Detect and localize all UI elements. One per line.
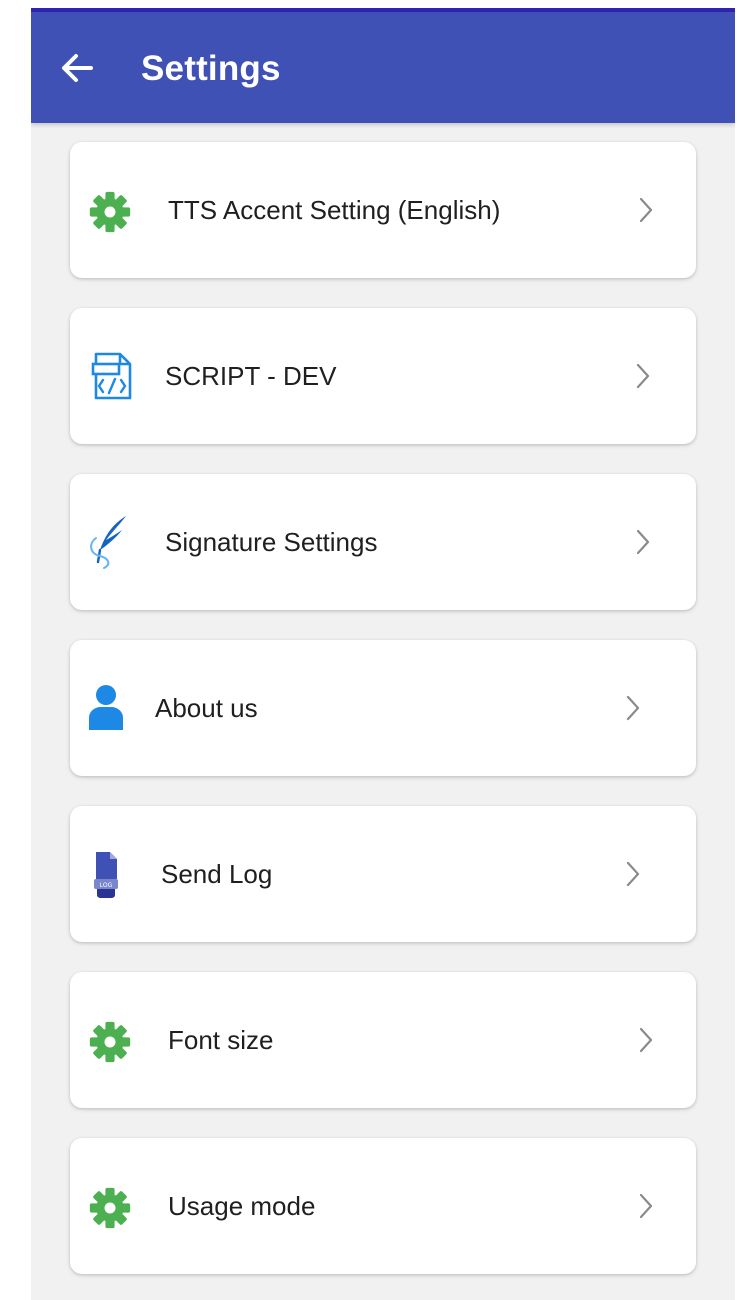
settings-item-label: Signature Settings <box>165 527 378 557</box>
settings-item-signature[interactable]: Signature Settings <box>70 474 696 610</box>
settings-item-label: SCRIPT - DEV <box>165 361 337 391</box>
settings-item-label: TTS Accent Setting (English) <box>168 195 501 225</box>
arrow-left-icon <box>62 54 93 82</box>
settings-item-label: Font size <box>168 1025 274 1055</box>
log-file-icon: LOG <box>90 848 122 900</box>
settings-item-about-us[interactable]: About us <box>70 640 696 776</box>
chevron-right-icon <box>633 361 653 391</box>
app-bar: Settings <box>31 12 735 123</box>
settings-item-label: Send Log <box>161 859 273 889</box>
user-icon <box>86 684 126 732</box>
svg-text:LOG: LOG <box>100 882 113 889</box>
settings-item-font-size[interactable]: Font size <box>70 972 696 1108</box>
back-button[interactable] <box>57 48 97 88</box>
gear-icon <box>88 1186 132 1230</box>
gear-icon <box>88 190 132 234</box>
settings-item-usage-mode[interactable]: Usage mode <box>70 1138 696 1274</box>
settings-screen: Settings TTS Accent Setting (English) SC… <box>31 8 735 1300</box>
settings-item-send-log[interactable]: LOG Send Log <box>70 806 696 942</box>
chevron-right-icon <box>623 693 643 723</box>
settings-item-tts-accent[interactable]: TTS Accent Setting (English) <box>70 142 696 278</box>
chevron-right-icon <box>636 1191 656 1221</box>
chevron-right-icon <box>636 195 656 225</box>
code-file-icon <box>88 350 136 402</box>
settings-item-label: Usage mode <box>168 1191 316 1221</box>
page-title: Settings <box>141 49 281 88</box>
chevron-right-icon <box>633 527 653 557</box>
settings-item-script-dev[interactable]: SCRIPT - DEV <box>70 308 696 444</box>
chevron-right-icon <box>636 1025 656 1055</box>
chevron-right-icon <box>623 859 643 889</box>
settings-item-label: About us <box>155 693 258 723</box>
feather-pen-icon <box>86 512 134 572</box>
gear-icon <box>88 1020 132 1064</box>
